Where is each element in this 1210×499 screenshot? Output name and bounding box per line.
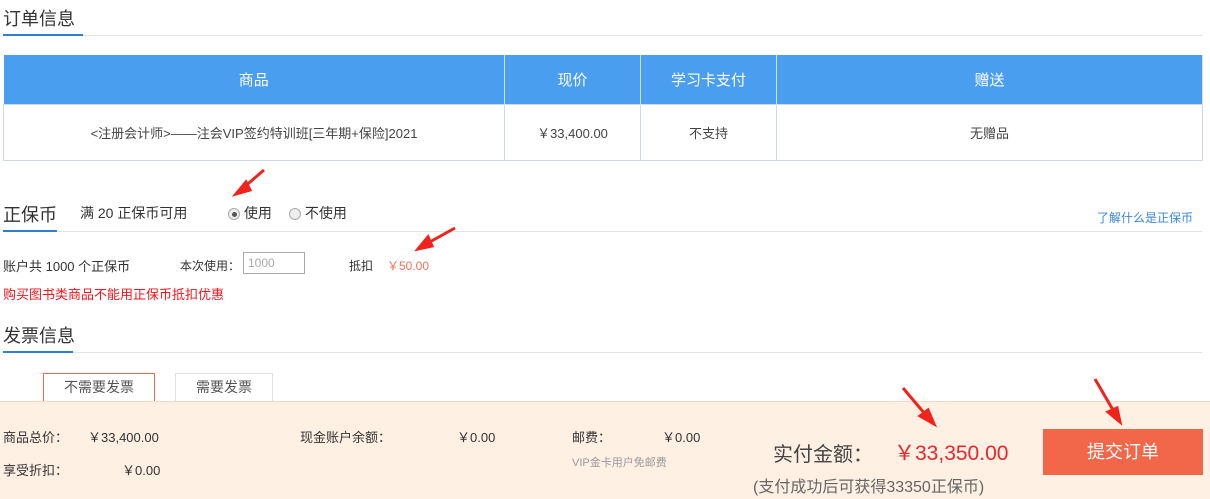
divider bbox=[3, 231, 1202, 232]
learn-coin-link[interactable]: 了解什么是正保币 bbox=[1097, 209, 1193, 226]
arrow-head-icon bbox=[414, 234, 435, 252]
radio-use-label: 使用 bbox=[243, 205, 272, 221]
coin-section-title: 正保币 bbox=[3, 205, 57, 225]
postage-note: VIP金卡用户免邮费 bbox=[572, 457, 667, 469]
coin-condition: 满 20 正保币可用 bbox=[80, 205, 188, 221]
pay-amount: ￥33,350.00 bbox=[894, 442, 1009, 465]
invoice-section-title: 发票信息 bbox=[3, 326, 75, 346]
no-invoice-tab[interactable]: 不需要发票 bbox=[43, 373, 155, 403]
card-support: 不支持 bbox=[640, 103, 777, 161]
header-product: 商品 bbox=[3, 55, 505, 104]
radio-not-use[interactable]: 不使用 bbox=[289, 203, 347, 223]
title-underline bbox=[3, 351, 73, 353]
header-price: 现价 bbox=[504, 55, 641, 104]
postage-label: 邮费： bbox=[572, 430, 612, 445]
table-row: <注册会计师>——注会VIP签约特训班[三年期+保险]2021 ￥33,400.… bbox=[3, 103, 1203, 161]
title-underline bbox=[3, 230, 57, 232]
product-name: <注册会计师>——注会VIP签约特训班[三年期+保险]2021 bbox=[3, 103, 505, 161]
divider bbox=[3, 35, 1202, 36]
coin-account: 账户共 1000 个正保币 bbox=[3, 259, 131, 274]
pay-label: 实付金额： bbox=[773, 444, 873, 466]
arrow-icon bbox=[242, 168, 265, 190]
header-card: 学习卡支付 bbox=[640, 55, 777, 104]
use-label: 本次使用： bbox=[180, 259, 241, 273]
radio-checked-icon bbox=[228, 208, 240, 221]
balance-value: ￥0.00 bbox=[457, 430, 496, 445]
deduct-label: 抵扣 bbox=[349, 259, 374, 273]
need-invoice-tab[interactable]: 需要发票 bbox=[175, 373, 273, 403]
product-price: ￥33,400.00 bbox=[504, 103, 641, 161]
order-section-title: 订单信息 bbox=[3, 9, 75, 29]
reward-note: (支付成功后可获得33350正保币) bbox=[753, 479, 985, 496]
balance-label: 现金账户余额： bbox=[300, 430, 392, 445]
radio-use[interactable]: 使用 bbox=[228, 203, 272, 223]
coin-use-input[interactable]: 1000 bbox=[243, 252, 305, 274]
postage-value: ￥0.00 bbox=[662, 430, 701, 445]
order-table: 商品 现价 学习卡支付 赠送 <注册会计师>——注会VIP签约特训班[三年期+保… bbox=[3, 55, 1203, 161]
radio-unchecked-icon bbox=[289, 208, 301, 221]
deduct-value: ￥50.00 bbox=[387, 259, 430, 273]
divider bbox=[3, 352, 1202, 353]
order-summary-bar: 商品总价： ￥33,400.00 享受折扣： ￥0.00 现金账户余额： ￥0.… bbox=[0, 401, 1210, 499]
radio-not-use-label: 不使用 bbox=[304, 205, 347, 221]
total-label: 商品总价： bbox=[3, 430, 69, 445]
arrow-head-icon bbox=[231, 179, 253, 197]
coin-warning: 购买图书类商品不能用正保币抵扣优惠 bbox=[3, 287, 225, 302]
total-value: ￥33,400.00 bbox=[88, 430, 159, 445]
submit-order-button[interactable]: 提交订单 bbox=[1043, 429, 1203, 475]
header-gift: 赠送 bbox=[776, 55, 1203, 104]
gift: 无赠品 bbox=[776, 103, 1203, 161]
discount-value: ￥0.00 bbox=[122, 463, 161, 478]
title-underline bbox=[3, 34, 83, 36]
discount-label: 享受折扣： bbox=[3, 463, 69, 478]
